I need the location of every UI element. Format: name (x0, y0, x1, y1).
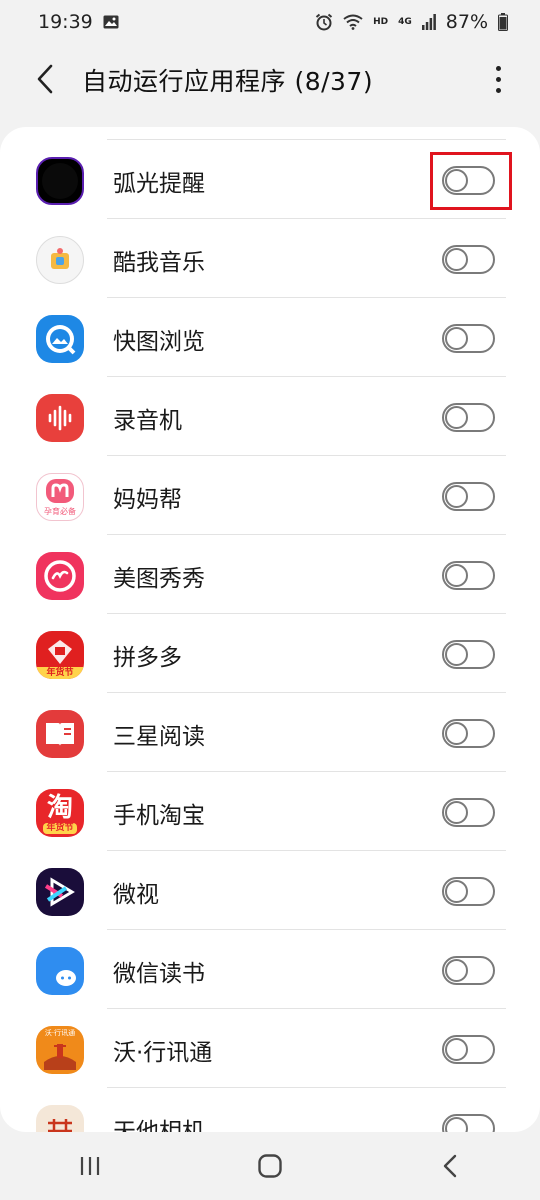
camera-app-icon (36, 1105, 84, 1132)
back-arrow-icon[interactable] (30, 62, 60, 96)
app-icon-badge: 沃·行讯通 (44, 1029, 76, 1037)
toggle-knob (445, 406, 468, 429)
list-item[interactable]: 淘 年货节 手机淘宝 (0, 772, 540, 851)
app-bar: 自动运行应用程序 (8/37) (0, 44, 540, 114)
recents-icon[interactable] (60, 1141, 120, 1191)
autorun-toggle[interactable] (442, 877, 495, 906)
arc-reminder-icon (36, 157, 84, 205)
list-item[interactable]: 年货节 拼多多 (0, 614, 540, 693)
list-item[interactable]: 三星阅读 (0, 693, 540, 772)
list-item[interactable]: 美图秀秀 (0, 535, 540, 614)
autorun-toggle[interactable] (442, 956, 495, 985)
app-label: 微视 (113, 882, 159, 908)
toggle-knob (445, 485, 468, 508)
pinduoduo-icon: 年货节 (36, 631, 84, 679)
app-label: 美图秀秀 (113, 566, 205, 592)
status-time: 19:39 (38, 11, 93, 33)
autorun-toggle[interactable] (442, 1114, 495, 1132)
toggle-knob (445, 1117, 468, 1132)
navigation-bar (0, 1132, 540, 1200)
autorun-toggle[interactable] (442, 719, 495, 748)
autorun-toggle[interactable] (442, 640, 495, 669)
app-icon-badge: 年货节 (43, 822, 77, 834)
back-nav-icon[interactable] (420, 1141, 480, 1191)
signal-icon (421, 14, 436, 30)
toggle-knob (445, 1038, 468, 1061)
page-title: 自动运行应用程序 (8/37) (82, 67, 374, 96)
meitu-icon (36, 552, 84, 600)
battery-icon (498, 13, 508, 31)
app-label: 微信读书 (113, 961, 205, 987)
status-bar: 19:39 HD 4G 87% (0, 0, 540, 44)
toggle-knob (445, 801, 468, 824)
app-label: 沃·行讯通 (113, 1040, 213, 1066)
toggle-knob (445, 959, 468, 982)
wifi-icon (343, 14, 363, 30)
battery-percent: 87% (445, 11, 488, 33)
more-vert-icon[interactable] (488, 62, 508, 96)
quickpic-icon (36, 315, 84, 363)
status-left: 19:39 (38, 11, 119, 33)
autorun-toggle[interactable] (442, 561, 495, 590)
app-label: 拼多多 (113, 645, 182, 671)
network-type-label: 4G (398, 16, 412, 27)
app-label: 录音机 (113, 408, 182, 434)
highlight-box (430, 152, 512, 210)
toggle-knob (445, 643, 468, 666)
home-icon[interactable] (240, 1141, 300, 1191)
samsung-reader-icon (36, 710, 84, 758)
wechat-read-icon (36, 947, 84, 995)
app-icon-glyph: 淘 (46, 792, 73, 823)
status-right: HD 4G 87% (315, 11, 508, 33)
app-label: 快图浏览 (113, 329, 205, 355)
weishi-icon (36, 868, 84, 916)
app-list-card: 弧光提醒 酷我音乐 快图浏览 录音机 孕育必备 妈妈帮 美图秀秀 年货节 拼多多… (0, 127, 540, 1132)
app-label: 妈妈帮 (113, 487, 182, 513)
hd-label: HD (373, 17, 389, 27)
wo-xingxuntong-icon: 沃·行讯通 (36, 1026, 84, 1074)
app-label: 三星阅读 (113, 724, 205, 750)
list-item[interactable]: 微视 (0, 851, 540, 930)
app-label: 手机淘宝 (113, 803, 205, 829)
toggle-knob (445, 327, 468, 350)
autorun-toggle[interactable] (442, 482, 495, 511)
app-icon-badge: 孕育必备 (44, 507, 76, 516)
app-label: 酷我音乐 (113, 250, 205, 276)
autorun-toggle[interactable] (442, 245, 495, 274)
toggle-knob (445, 880, 468, 903)
autorun-toggle[interactable] (442, 403, 495, 432)
list-item[interactable]: 沃·行讯通 沃·行讯通 (0, 1009, 540, 1088)
list-item[interactable]: 快图浏览 (0, 298, 540, 377)
app-icon-badge: 年货节 (36, 667, 84, 679)
autorun-toggle[interactable] (442, 1035, 495, 1064)
list-item[interactable]: 天他相机 (0, 1088, 540, 1132)
app-label: 弧光提醒 (113, 171, 205, 197)
autorun-toggle[interactable] (442, 324, 495, 353)
list-item[interactable]: 孕育必备 妈妈帮 (0, 456, 540, 535)
toggle-knob (445, 722, 468, 745)
app-label: 天他相机 (113, 1119, 205, 1132)
image-icon (103, 15, 119, 29)
mamabang-icon: 孕育必备 (36, 473, 84, 521)
toggle-knob (445, 564, 468, 587)
toggle-knob (445, 248, 468, 271)
taobao-icon: 淘 年货节 (36, 789, 84, 837)
voice-recorder-icon (36, 394, 84, 442)
autorun-toggle[interactable] (442, 798, 495, 827)
kuwo-music-icon (36, 236, 84, 284)
list-item[interactable]: 录音机 (0, 377, 540, 456)
alarm-icon (315, 13, 333, 31)
list-item[interactable]: 微信读书 (0, 930, 540, 1009)
list-item[interactable]: 酷我音乐 (0, 219, 540, 298)
